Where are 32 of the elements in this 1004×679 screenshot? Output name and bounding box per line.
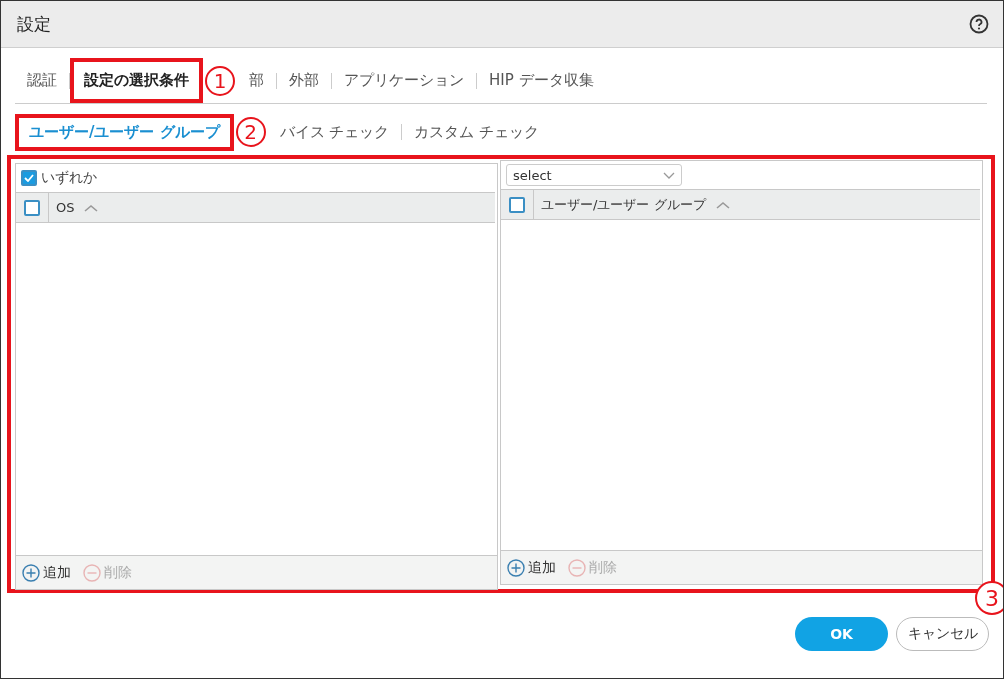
sub-tab[interactable]: バイス チェック [267,122,402,142]
select-all-checkbox[interactable] [509,196,525,213]
tab[interactable]: 設定の選択条件 [70,58,203,103]
cancel-button[interactable]: キャンセル [896,616,989,651]
sub-tab[interactable]: カスタム チェック [402,122,552,142]
callout-number: 3 [975,581,1003,615]
minus-circle-icon [568,558,586,577]
window-title: 設定 [17,12,51,36]
checkmark-icon [24,174,34,182]
minus-circle-icon [83,563,101,582]
callout-number: 1 [205,65,235,96]
plus-circle-icon [22,563,40,582]
add-button[interactable]: 追加 [22,563,71,582]
column-header[interactable]: ユーザー/ユーザー グループ [534,195,706,214]
help-icon[interactable] [969,14,989,34]
add-button[interactable]: 追加 [507,558,556,577]
sub-tab[interactable]: ユーザー/ユーザー グループ [15,113,234,151]
sort-ascending-icon[interactable] [84,203,99,212]
select-all-checkbox[interactable] [24,199,40,216]
callout-number: 2 [235,117,266,147]
sort-ascending-icon[interactable] [715,200,730,209]
tab[interactable]: 部 [237,71,276,90]
tab[interactable]: 外部 [277,71,331,90]
tab[interactable]: HIP データ収集 [477,71,606,90]
column-header[interactable]: OS [49,200,75,215]
any-checkbox[interactable] [21,170,37,186]
tab[interactable]: アプリケーション [332,71,476,90]
plus-circle-icon [507,558,525,577]
select-dropdown[interactable]: select [506,164,682,186]
checkbox-label: いずれか [41,169,97,187]
tab[interactable]: 認証 [15,71,69,90]
chevron-down-icon [663,171,675,179]
